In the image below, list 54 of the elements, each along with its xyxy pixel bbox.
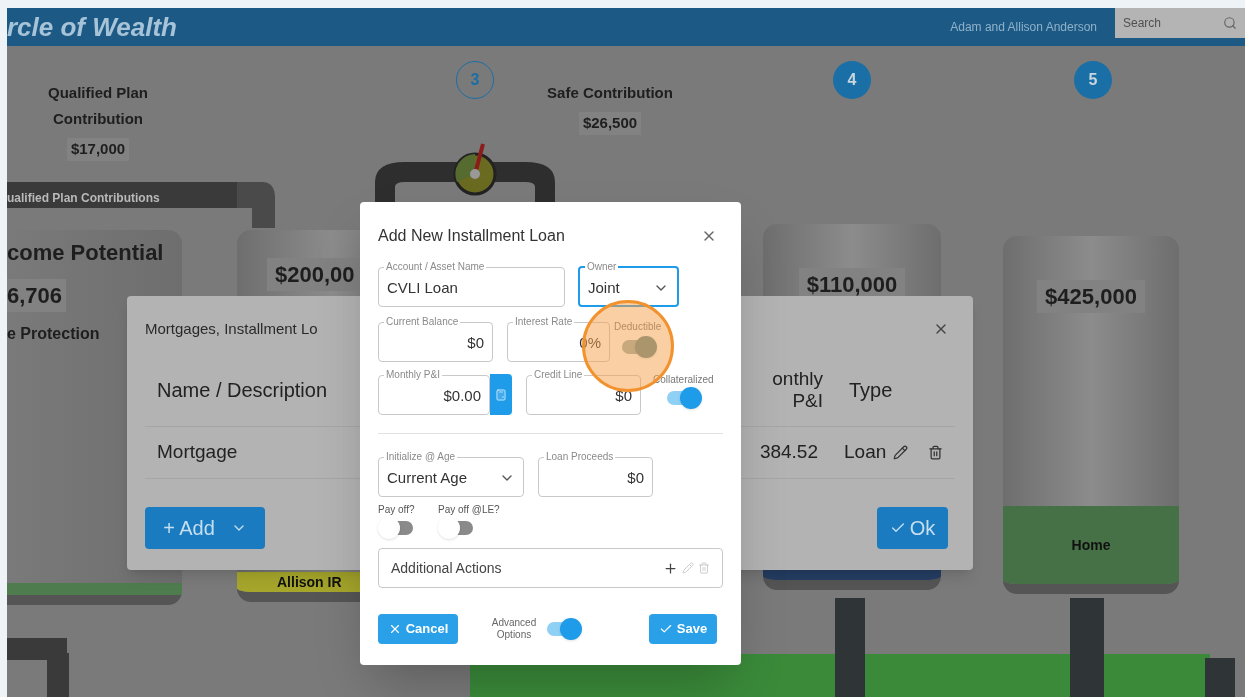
tank-label: Home [1071,535,1111,555]
tank-title: come Potential [7,239,165,267]
toggle-label: Deductible [614,320,662,334]
toggle-label: Pay off @LE? [438,503,500,517]
field-value: $0 [467,332,484,353]
field-label: Loan Proceeds [545,452,615,462]
input-field[interactable]: Current Balance $0 [378,317,493,362]
toggle-label: Advanced Options [490,617,538,641]
search-icon [1223,16,1237,30]
trash-icon[interactable] [928,444,943,460]
pencil-icon[interactable] [893,444,908,460]
field-value: $0 [615,385,632,406]
field-label: Initialize @ Age [385,452,457,462]
toggle-label: Pay off? [378,503,415,517]
field-value: Joint [588,277,620,298]
tank-label: Allison IR [277,572,342,592]
search-field[interactable]: Search [1115,8,1245,38]
input-field[interactable]: Account / Asset Name CVLI Loan [378,262,565,307]
field-value: $0.00 [443,385,481,406]
field-value: CVLI Loan [387,277,458,298]
column-header: Type [848,378,894,403]
calculator-icon [495,388,507,401]
field-label: Monthly P&I [385,370,441,380]
column-header: Name / Description [157,378,328,403]
table-cell-text: Loan [843,439,888,464]
check-icon [658,622,673,636]
table-cell-text: Mortgage [157,439,238,464]
field-value: Current Age [387,467,468,488]
field-value: $0 [627,467,644,488]
contribution-amount: $26,500 [578,112,642,135]
tank-amount: 6,706 [7,279,67,312]
user-name: Adam and Allison Anderson [950,19,1097,36]
pipe-label: ualified Plan Contributions [7,190,160,207]
step-number: 5 [1074,61,1112,99]
contribution-label: Safe Contribution [546,83,674,103]
step-number: 4 [833,61,871,99]
field-label: Account / Asset Name [385,262,486,272]
select-field[interactable]: Initialize @ Age Current Age [378,452,524,497]
contribution-label: Qualified Plan Contribution [47,83,149,129]
table-cell-text: 384.52 [759,439,818,464]
dialog-title: Mortgages, Installment Lo [145,319,318,339]
field-label: Owner [586,262,618,272]
tank-amount: $425,000 [1037,280,1145,313]
column-header: onthly P&I [772,368,823,412]
plus-icon[interactable] [663,560,678,576]
input-field[interactable]: Loan Proceeds $0 [538,452,653,497]
field-label: Interest Rate [514,317,574,327]
field-label: Current Balance [385,317,460,327]
input-field[interactable]: Credit Line $0 [526,370,641,415]
contribution-amount: $17,000 [66,138,130,161]
field-label: Credit Line [533,370,584,380]
app-title: rcle of Wealth [7,14,177,40]
actions-label: Additional Actions [391,558,503,578]
dialog-title: Add New Installment Loan [378,226,565,246]
